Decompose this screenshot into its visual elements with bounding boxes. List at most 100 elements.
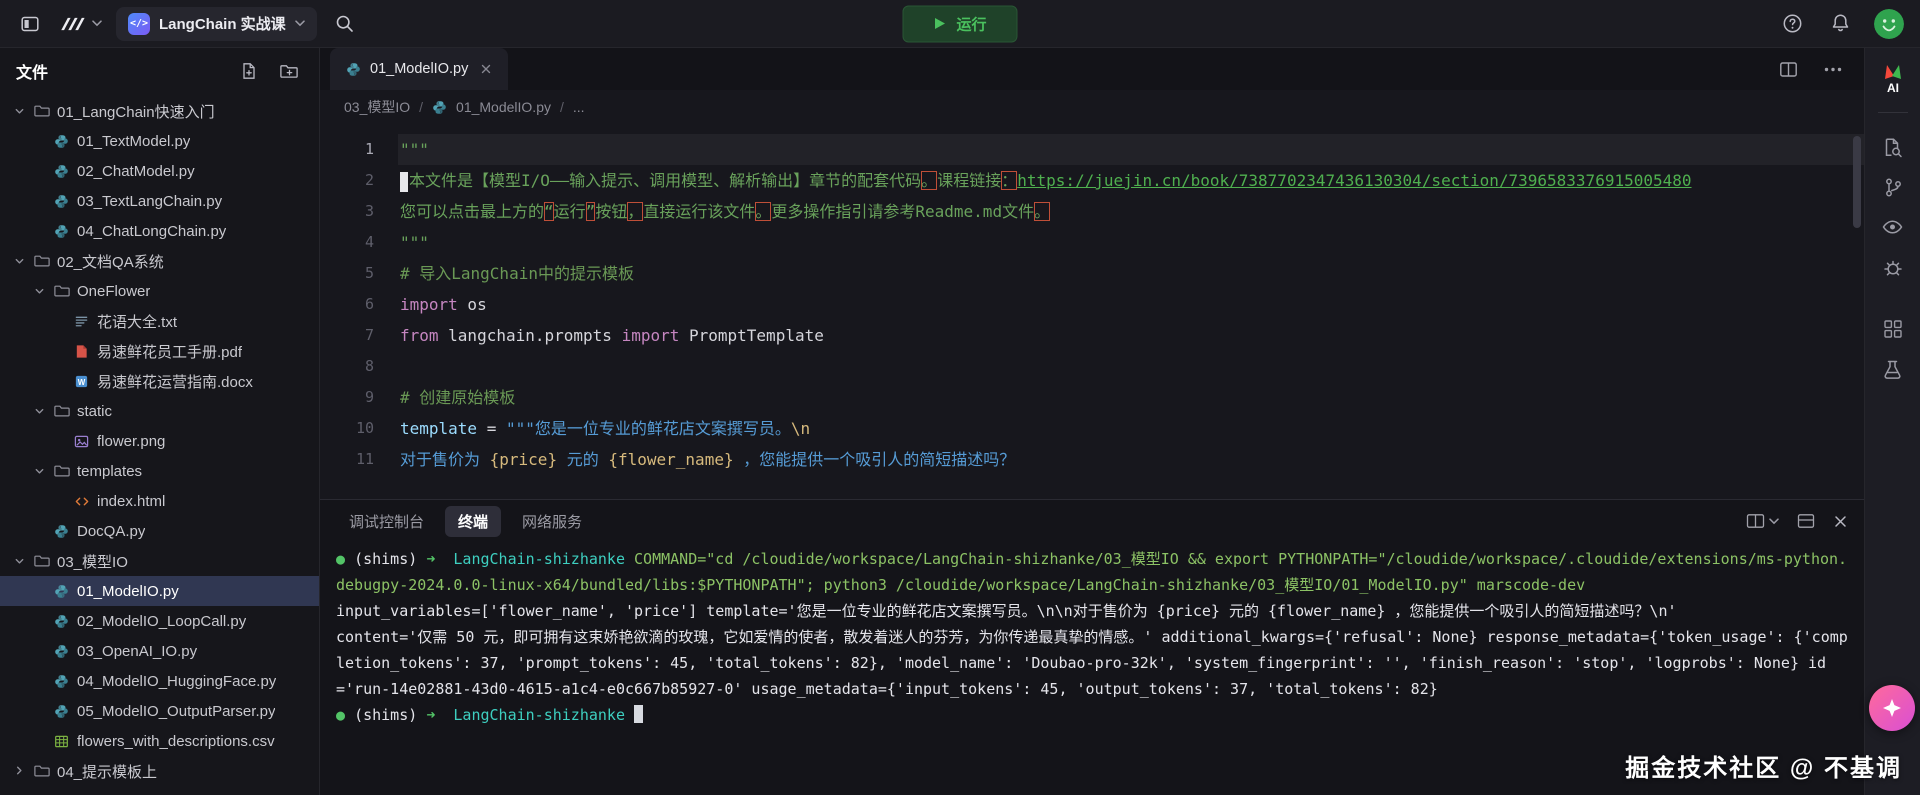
help-icon[interactable] xyxy=(1778,9,1807,38)
tree-file-row[interactable]: W易速鲜花运营指南.docx xyxy=(0,366,319,396)
tree-folder-row[interactable]: templates xyxy=(0,456,319,486)
panel-layout-icon[interactable] xyxy=(1797,513,1815,529)
file-name: 01_ModelIO.py xyxy=(77,583,179,600)
search-icon[interactable] xyxy=(331,10,358,37)
source-control-icon[interactable] xyxy=(1883,167,1903,207)
code-line[interactable]: import os xyxy=(398,289,1864,320)
file-name: flowers_with_descriptions.csv xyxy=(77,733,275,750)
new-file-icon[interactable] xyxy=(236,58,262,84)
debug-icon[interactable] xyxy=(1883,247,1903,287)
file-search-icon[interactable] xyxy=(1882,127,1903,167)
split-terminal-icon[interactable] xyxy=(1746,513,1779,529)
code-line[interactable]: """ xyxy=(398,134,1864,165)
notifications-bell-icon[interactable] xyxy=(1827,9,1854,38)
tree-file-row[interactable]: 05_ModelIO_OutputParser.py xyxy=(0,696,319,726)
folder-icon xyxy=(53,403,70,419)
panel-tab-terminal[interactable]: 终端 xyxy=(445,506,501,537)
code-editor[interactable]: 1234567891011 """ 本文件是【模型I/O——输入提示、调用模型、解… xyxy=(320,124,1864,499)
code-token: langchain.prompts xyxy=(439,326,622,345)
project-switcher[interactable]: </> LangChain 实战课 xyxy=(116,7,317,41)
breadcrumb-folder[interactable]: 03_模型IO xyxy=(344,97,410,117)
tree-file-row[interactable]: 易速鲜花员工手册.pdf xyxy=(0,336,319,366)
editor-scrollbar[interactable] xyxy=(1853,136,1861,228)
run-button[interactable]: 运行 xyxy=(902,5,1017,42)
tree-folder-row[interactable]: static xyxy=(0,396,319,426)
terminal-text: ➜ xyxy=(426,550,453,568)
code-line[interactable]: 您可以点击最上方的“运行”按钮，直接运行该文件。更多操作指引请参考Readme.… xyxy=(398,196,1864,227)
py-file-icon xyxy=(53,224,70,239)
breadcrumb-separator: / xyxy=(419,99,423,115)
more-actions-icon[interactable] xyxy=(1820,63,1846,76)
code-token: 对于售价为 xyxy=(400,450,490,469)
code-line[interactable] xyxy=(398,351,1864,382)
tree-file-row[interactable]: 01_ModelIO.py xyxy=(0,576,319,606)
extensions-icon[interactable] xyxy=(1883,309,1903,349)
top-bar: </> LangChain 实战课 运行 xyxy=(0,0,1920,48)
tree-folder-row[interactable]: 02_文档QA系统 xyxy=(0,246,319,276)
tree-file-row[interactable]: 04_ChatLongChain.py xyxy=(0,216,319,246)
terminal-text: LangChain-shizhanke xyxy=(453,550,634,568)
line-numbers: 1234567891011 xyxy=(320,134,398,499)
new-folder-icon[interactable] xyxy=(276,58,303,84)
close-tab-icon[interactable] xyxy=(480,63,492,75)
editor-tab[interactable]: 01_ModelIO.py xyxy=(330,48,508,90)
split-editor-icon[interactable] xyxy=(1775,57,1802,82)
user-avatar[interactable] xyxy=(1874,9,1904,39)
tree-folder-row[interactable]: 01_LangChain快速入门 xyxy=(0,96,319,126)
line-number: 8 xyxy=(320,351,374,382)
code-token: ” xyxy=(586,202,596,221)
folder-icon xyxy=(53,283,70,299)
folder-icon xyxy=(33,763,50,779)
breadcrumb-file[interactable]: 01_ModelIO.py xyxy=(456,99,551,115)
tree-file-row[interactable]: 03_OpenAI_IO.py xyxy=(0,636,319,666)
py-file-icon xyxy=(53,704,70,719)
chevron-spacer xyxy=(52,314,66,328)
tree-folder-row[interactable]: 04_提示模板上 xyxy=(0,756,319,786)
tree-file-row[interactable]: 04_ModelIO_HuggingFace.py xyxy=(0,666,319,696)
toggle-sidebar-icon[interactable] xyxy=(16,10,44,38)
ai-assistant-icon[interactable]: AI xyxy=(1872,56,1914,102)
file-name: index.html xyxy=(97,493,165,510)
code-line[interactable]: # 导入LangChain中的提示模板 xyxy=(398,258,1864,289)
code-line[interactable]: """ xyxy=(398,227,1864,258)
file-explorer: 文件 01_LangChain快速入门01_TextModel.py02_Cha… xyxy=(0,48,320,795)
code-line[interactable]: # 创建原始模板 xyxy=(398,382,1864,413)
tree-file-row[interactable]: 02_ChatModel.py xyxy=(0,156,319,186)
tree-folder-row[interactable]: OneFlower xyxy=(0,276,319,306)
py-file-icon xyxy=(53,584,70,599)
community-float-button[interactable] xyxy=(1869,685,1915,731)
line-number: 1 xyxy=(320,134,374,165)
tree-file-row[interactable]: flower.png xyxy=(0,426,319,456)
tree-file-row[interactable]: 02_ModelIO_LoopCall.py xyxy=(0,606,319,636)
code-line[interactable]: from langchain.prompts import PromptTemp… xyxy=(398,320,1864,351)
folder-icon xyxy=(33,103,50,119)
test-flask-icon[interactable] xyxy=(1883,349,1902,389)
tab-label: 01_ModelIO.py xyxy=(370,61,468,77)
tree-folder-row[interactable]: 03_模型IO xyxy=(0,546,319,576)
tree-file-row[interactable]: flowers_with_descriptions.csv xyxy=(0,726,319,756)
file-name: 01_TextModel.py xyxy=(77,133,190,150)
app-logo[interactable] xyxy=(58,14,102,34)
file-name: 04_ChatLongChain.py xyxy=(77,223,226,240)
code-token: ， xyxy=(627,202,643,221)
terminal-output[interactable]: ● (shims) ➜ LangChain-shizhanke COMMAND=… xyxy=(320,542,1864,795)
tree-file-row[interactable]: 01_TextModel.py xyxy=(0,126,319,156)
folder-icon xyxy=(33,253,50,269)
preview-eye-icon[interactable] xyxy=(1882,207,1903,247)
tree-file-row[interactable]: 花语大全.txt xyxy=(0,306,319,336)
close-panel-icon[interactable] xyxy=(1833,514,1848,529)
chevron-spacer xyxy=(52,344,66,358)
tree-file-row[interactable]: DocQA.py xyxy=(0,516,319,546)
terminal-text: LangChain-shizhanke xyxy=(453,706,634,724)
code-line[interactable]: template = """您是一位专业的鲜花店文案撰写员。\n xyxy=(398,413,1864,444)
code-token: """ xyxy=(400,140,429,159)
tree-file-row[interactable]: index.html xyxy=(0,486,319,516)
tree-file-row[interactable]: 03_TextLangChain.py xyxy=(0,186,319,216)
panel-tab-network[interactable]: 网络服务 xyxy=(509,506,595,537)
code-token: 。 xyxy=(921,171,937,190)
code-line[interactable]: 本文件是【模型I/O——输入提示、调用模型、解析输出】章节的配套代码。课程链接：… xyxy=(398,165,1864,196)
line-number: 3 xyxy=(320,196,374,227)
breadcrumb-more[interactable]: ... xyxy=(573,99,585,115)
code-line[interactable]: 对于售价为 {price} 元的 {flower_name} ，您能提供一个吸引… xyxy=(398,444,1864,475)
panel-tab-debug-console[interactable]: 调试控制台 xyxy=(336,506,437,537)
